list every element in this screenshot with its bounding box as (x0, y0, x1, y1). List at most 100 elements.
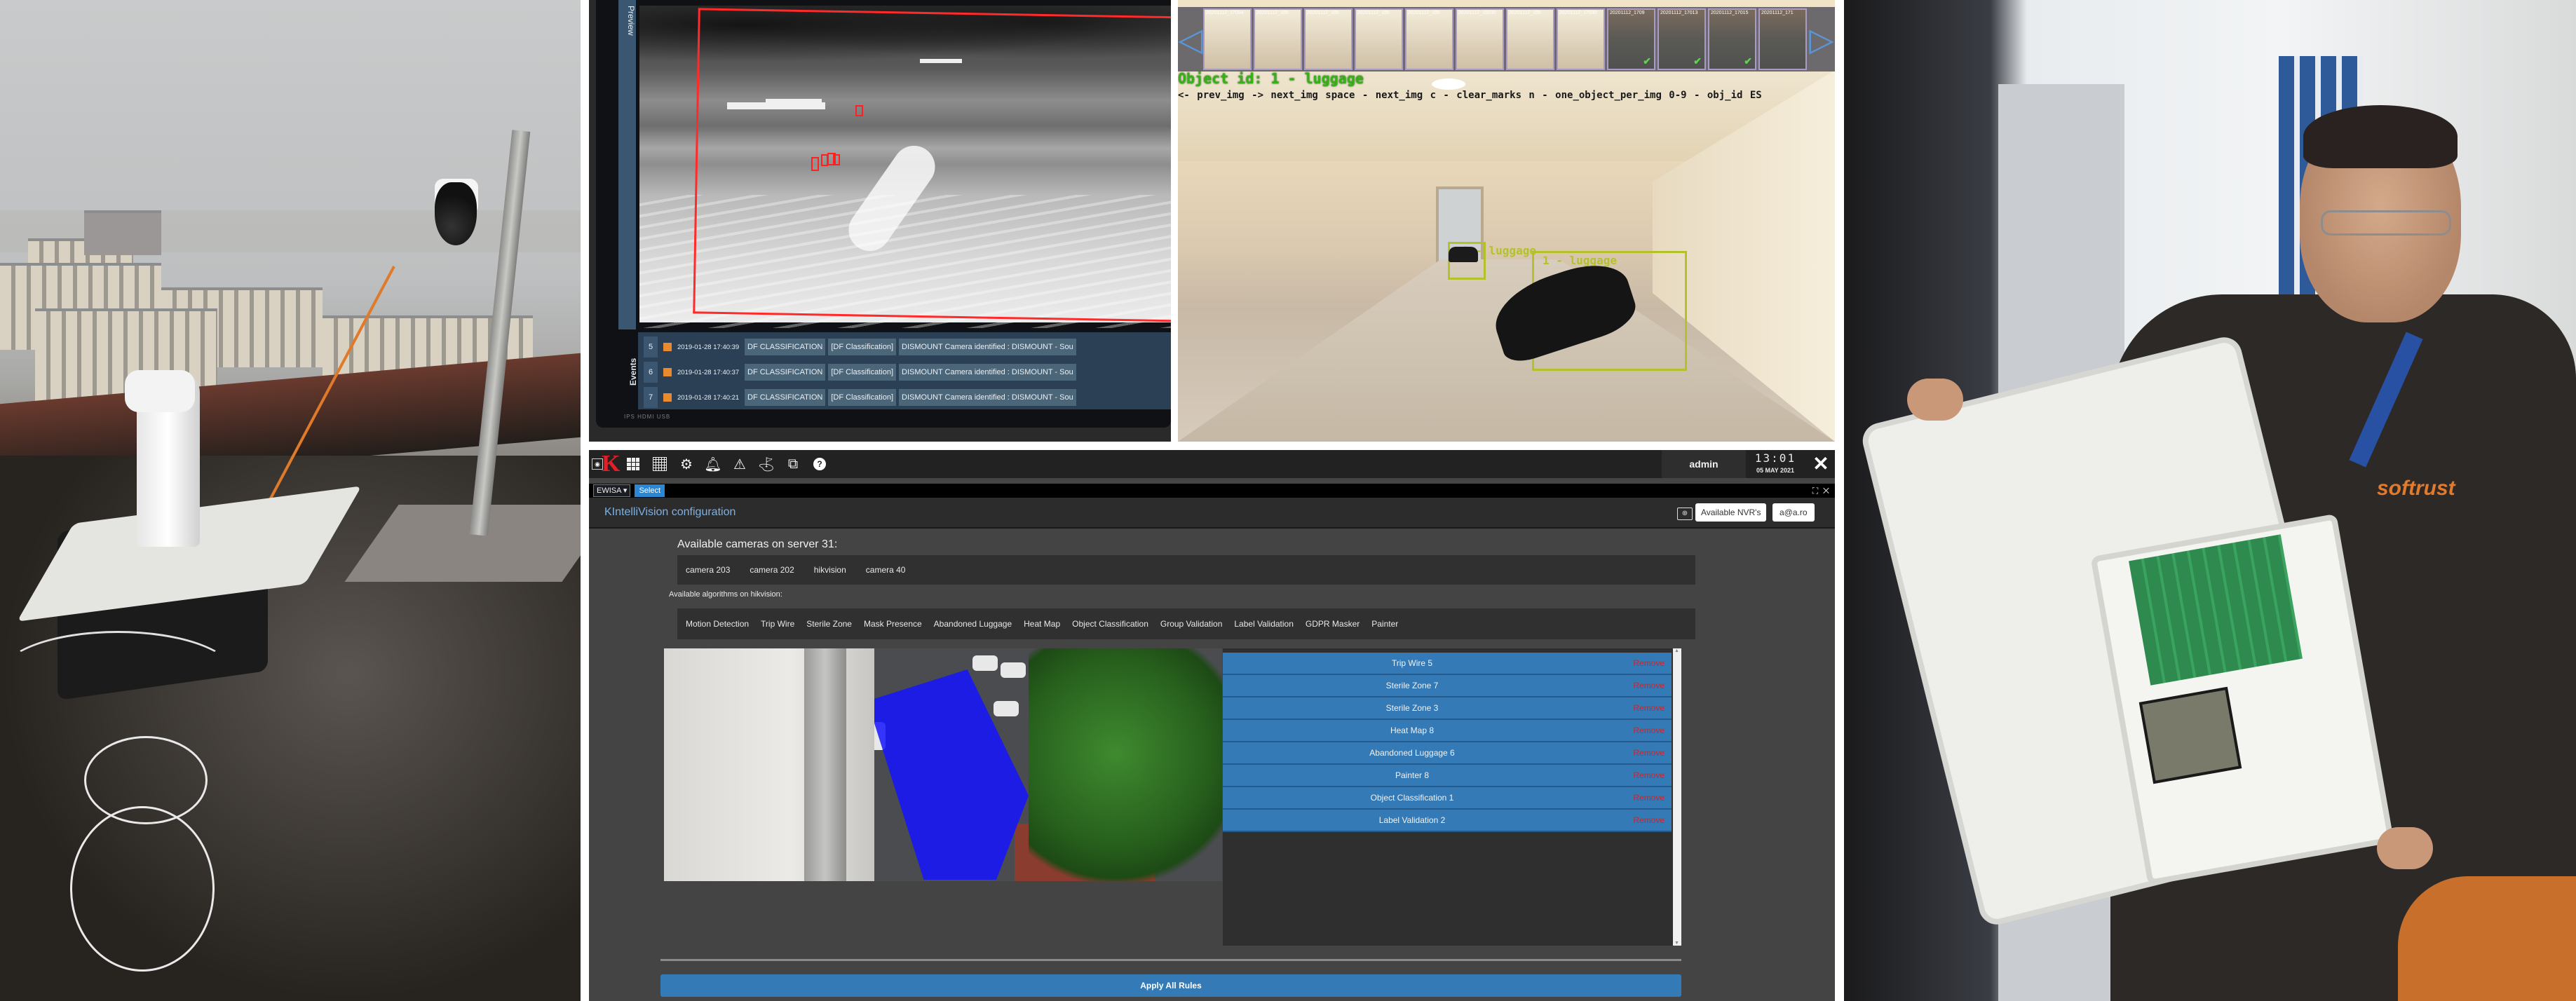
algorithm-item[interactable]: Heat Map (1024, 619, 1060, 629)
add-nvr-icon[interactable]: ⊕ (1677, 508, 1693, 520)
screen-share-icon: ⧉ (787, 456, 799, 472)
rules-scrollbar[interactable]: ▲ ▼ (1673, 648, 1681, 946)
grid-3x3-button[interactable] (620, 450, 646, 478)
algorithm-item[interactable]: Object Classification (1072, 619, 1148, 629)
rule-name: Trip Wire 5 (1391, 658, 1433, 668)
image-thumbnail[interactable]: 20201112_165 (1405, 8, 1453, 70)
event-row[interactable]: 7 2019-01-28 17:40:21 DF CLASSIFICATION … (644, 387, 1171, 408)
algorithm-item[interactable]: Group Validation (1160, 619, 1223, 629)
screen-share-button[interactable]: ⧉ (780, 450, 806, 478)
event-row[interactable]: 5 2019-01-28 17:40:39 DF CLASSIFICATION … (644, 336, 1171, 358)
notifications-button[interactable]: 🔔︎ (700, 450, 726, 478)
alarms-button[interactable]: ⚠ (726, 450, 753, 478)
scroll-down-icon[interactable]: ▼ (1674, 941, 1679, 946)
rule-row[interactable]: Trip Wire 5 Remove (1223, 653, 1672, 675)
current-user[interactable]: admin (1662, 450, 1746, 478)
remove-rule-button[interactable]: Remove (1633, 787, 1665, 808)
remove-rule-button[interactable]: Remove (1633, 765, 1665, 786)
image-thumbnail[interactable]: 20201112_17030 (1557, 8, 1605, 70)
events-tab-label[interactable]: Events (628, 336, 642, 407)
camera-item[interactable]: camera 202 (750, 565, 794, 575)
close-panel-icon[interactable]: ✕ (1823, 486, 1829, 496)
image-thumbnail[interactable]: 20201112_165 (1506, 8, 1554, 70)
image-thumbnail[interactable]: 20201112_16530 (1456, 8, 1504, 70)
thumbnail-caption: 20201112_1709 (1610, 11, 1645, 15)
rule-row[interactable]: Sterile Zone 3 Remove (1223, 697, 1672, 720)
server-dropdown[interactable]: EWISA ▾ (593, 484, 631, 497)
camera-preview[interactable] (664, 648, 1222, 881)
event-camera-icon (663, 393, 672, 402)
person-hair (2303, 105, 2458, 168)
image-thumbnail[interactable]: 20201112_1709 ✔ (1607, 8, 1655, 70)
image-thumbnail[interactable]: 20201112_171 (1758, 8, 1807, 70)
circuit-board (2129, 534, 2303, 686)
thumbnail-caption: 20201112_17030 (1559, 11, 1597, 15)
algorithm-item[interactable]: Label Validation (1234, 619, 1294, 629)
event-number: 5 (644, 336, 658, 358)
camera-item[interactable]: hikvision (814, 565, 846, 575)
algorithm-item[interactable]: Abandoned Luggage (934, 619, 1012, 629)
algorithm-item[interactable]: GDPR Masker (1306, 619, 1360, 629)
image-thumbnail[interactable]: 20201112_17004 (1203, 8, 1252, 70)
remove-rule-button[interactable]: Remove (1633, 675, 1665, 696)
app-logo[interactable]: ◉ K (592, 450, 620, 478)
thumbnail-caption: 20201112_17013 (1660, 11, 1698, 15)
image-thumbnail[interactable]: 20201112_17013 ✔ (1658, 8, 1706, 70)
kintellivision-ui: ◉ K ⚙ 🔔︎ ⚠ ⛳︎ ⧉ ? admin 13:01 05 MAY 202… (589, 450, 1835, 1001)
window-controls: ⛶ ✕ (1812, 484, 1829, 498)
image-thumbnail[interactable]: 20201112_165 (1254, 8, 1302, 70)
settings-button[interactable]: ⚙ (673, 450, 700, 478)
remove-rule-button[interactable]: Remove (1633, 697, 1665, 719)
grid-4x4-button[interactable] (646, 450, 673, 478)
available-nvrs-button[interactable]: Available NVR's (1695, 503, 1767, 522)
remove-rule-button[interactable]: Remove (1633, 810, 1665, 831)
help-button[interactable]: ? (806, 450, 833, 478)
remove-rule-button[interactable]: Remove (1633, 742, 1665, 763)
monitor-bezel-labels: IPS HDMI USB (624, 414, 671, 420)
prev-thumbnails-button[interactable]: ◁ (1178, 11, 1203, 68)
object-id-label: Object id: 1 - luggage (1178, 70, 1364, 87)
white-cable (70, 806, 215, 972)
remove-rule-button[interactable]: Remove (1633, 720, 1665, 741)
left-hand (1907, 379, 1963, 421)
preview-car (994, 701, 1019, 716)
algorithm-item[interactable]: Motion Detection (686, 619, 749, 629)
app-close-button[interactable]: ✕ (1809, 450, 1833, 478)
select-server-button[interactable]: Select (635, 484, 665, 497)
rule-name: Object Classification 1 (1370, 793, 1454, 803)
check-icon: ✔ (1643, 55, 1651, 67)
event-row[interactable]: 6 2019-01-28 17:40:37 DF CLASSIFICATION … (644, 362, 1171, 383)
keyboard-help: <- prev_img -> next_img space - next_img… (1178, 90, 1762, 101)
fullscreen-icon[interactable]: ⛶ (1812, 486, 1818, 496)
algorithm-item[interactable]: Trip Wire (761, 619, 794, 629)
algorithm-item[interactable]: Painter (1371, 619, 1398, 629)
algorithm-item[interactable]: Sterile Zone (806, 619, 852, 629)
ptz-dome-camera (435, 182, 477, 245)
apply-all-rules-button[interactable]: Apply All Rules (660, 974, 1681, 997)
preview-sidebar (618, 0, 636, 329)
event-source: [DF Classification] (828, 389, 897, 406)
image-thumbnail[interactable]: 20201112_165 (1355, 8, 1403, 70)
rule-row[interactable]: Abandoned Luggage 6 Remove (1223, 742, 1672, 765)
event-timestamp: 2019-01-28 17:40:39 (677, 343, 740, 351)
camera-item[interactable]: camera 203 (686, 565, 730, 575)
shirt-logo: softrust (2377, 477, 2455, 500)
user-email-button[interactable]: a@a.ro (1772, 503, 1815, 522)
camera-item[interactable]: camera 40 (866, 565, 906, 575)
ptz-control-button[interactable]: ⛳︎ (753, 450, 780, 478)
rule-row[interactable]: Heat Map 8 Remove (1223, 720, 1672, 742)
image-thumbnail[interactable]: 20201112_17015 ✔ (1708, 8, 1756, 70)
server-select-bar: EWISA ▾ Select ⛶ ✕ (589, 484, 1835, 498)
rule-row[interactable]: Label Validation 2 Remove (1223, 810, 1672, 832)
image-thumbnail[interactable]: 20201112_165 (1304, 8, 1353, 70)
algorithm-item[interactable]: Mask Presence (864, 619, 922, 629)
rule-row[interactable]: Object Classification 1 Remove (1223, 787, 1672, 810)
remove-rule-button[interactable]: Remove (1633, 653, 1665, 674)
rule-row[interactable]: Painter 8 Remove (1223, 765, 1672, 787)
thumbnail-caption: 20201112_17004 (1206, 11, 1244, 15)
event-source: [DF Classification] (828, 339, 897, 355)
clock-time: 13:01 (1754, 451, 1796, 465)
rule-row[interactable]: Sterile Zone 7 Remove (1223, 675, 1672, 697)
next-thumbnails-button[interactable]: ▷ (1809, 11, 1834, 68)
scroll-up-icon[interactable]: ▲ (1674, 648, 1679, 653)
